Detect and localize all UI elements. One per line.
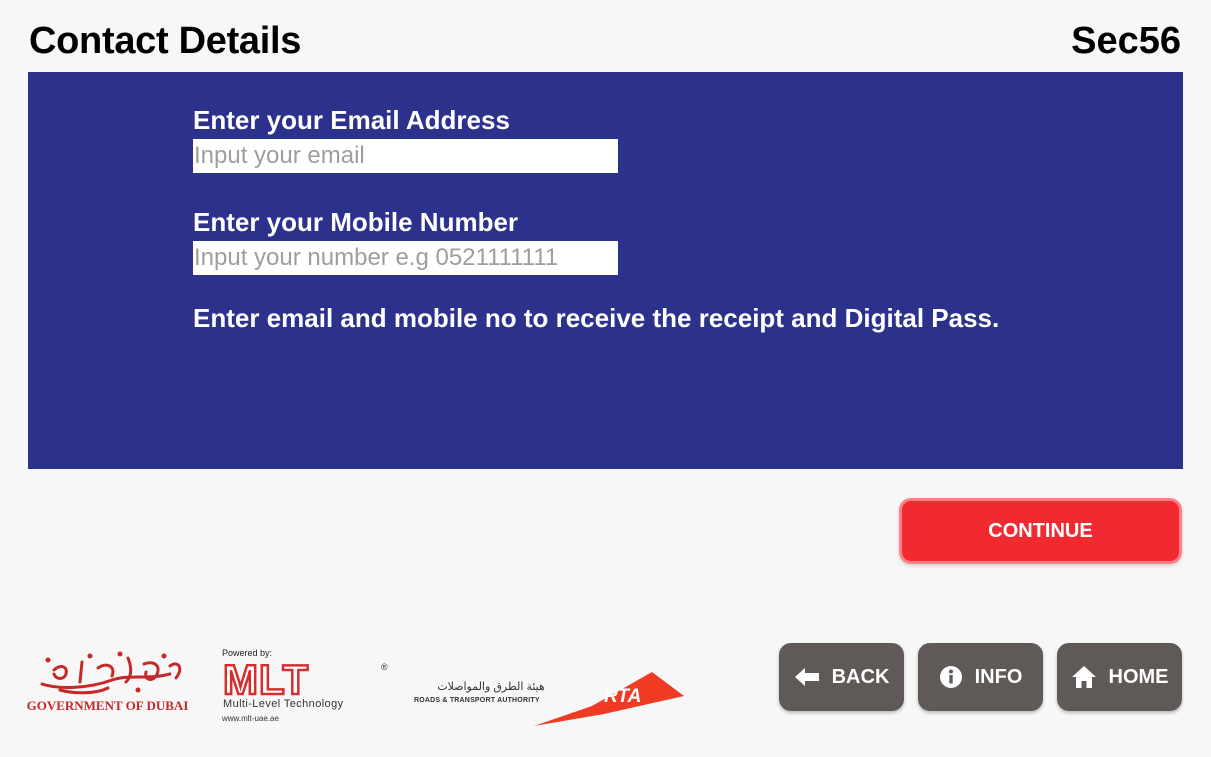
- home-button[interactable]: HOME: [1057, 643, 1182, 711]
- section-code: Sec56: [1071, 20, 1181, 62]
- info-circle-icon: [939, 666, 962, 688]
- home-label: HOME: [1108, 665, 1169, 688]
- email-label: Enter your Email Address: [193, 105, 510, 135]
- arrow-left-icon: [794, 668, 819, 686]
- dubai-calligraphy-mark: [40, 651, 182, 695]
- continue-button[interactable]: CONTINUE: [899, 498, 1182, 564]
- powered-by-text: Powered by:: [222, 648, 273, 658]
- continue-label: CONTINUE: [988, 519, 1093, 542]
- mlt-wordmark-text: MLT: [223, 658, 309, 698]
- rta-mark-text: RTA: [604, 686, 641, 707]
- rta-logo: هيئة الطرق والمواصلات ROADS & TRANSPORT …: [412, 668, 692, 730]
- rta-red-mark: RTA: [534, 672, 684, 726]
- info-button[interactable]: INFO: [918, 643, 1043, 711]
- mlt-logo: Powered by: MLT ® Multi-Level Technology…: [221, 648, 391, 728]
- info-label: INFO: [974, 665, 1023, 688]
- house-icon: [1071, 666, 1096, 688]
- mobile-field[interactable]: [193, 241, 618, 275]
- mlt-wordmark: MLT ®: [222, 658, 388, 698]
- contact-form-panel: Enter your Email Address Enter your Mobi…: [28, 72, 1183, 469]
- back-button[interactable]: BACK: [779, 643, 904, 711]
- back-label: BACK: [831, 665, 890, 688]
- mlt-tagline: Multi-Level Technology: [223, 698, 344, 710]
- government-of-dubai-text: GOVERNMENT OF DUBAI: [26, 698, 189, 713]
- mobile-label: Enter your Mobile Number: [193, 207, 519, 237]
- contact-hint: Enter email and mobile no to receive the…: [193, 303, 1000, 333]
- registered-mark: ®: [381, 662, 388, 672]
- mlt-url: www.mlt-uae.ae: [222, 714, 279, 723]
- government-of-dubai-logo: GOVERNMENT OF DUBAI: [20, 650, 195, 720]
- page-title: Contact Details: [29, 20, 302, 62]
- rta-english-name: ROADS & TRANSPORT AUTHORITY: [414, 697, 540, 704]
- email-field[interactable]: [193, 139, 618, 173]
